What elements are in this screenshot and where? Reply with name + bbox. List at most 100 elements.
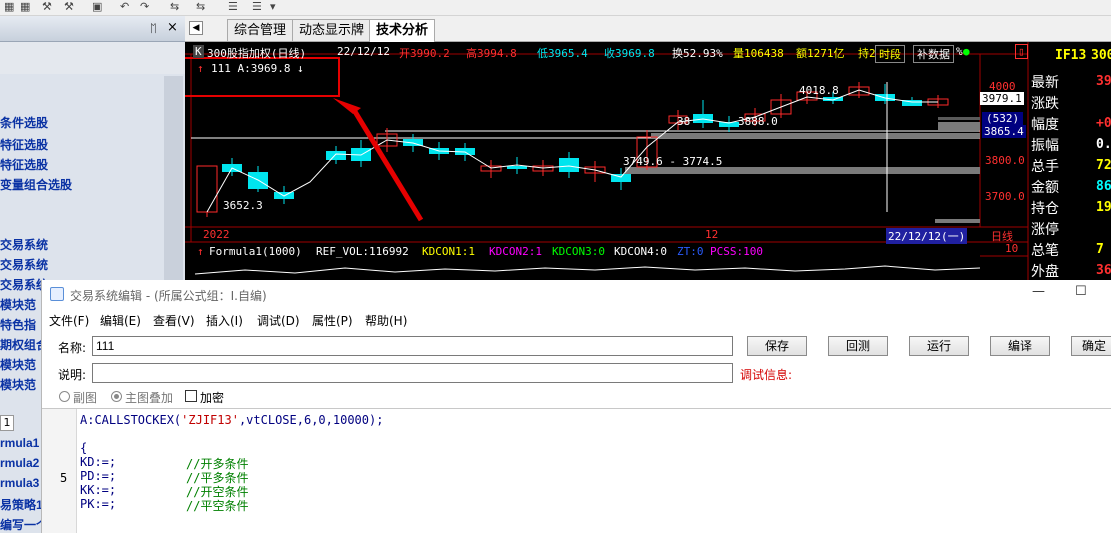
axis-year: 2022 <box>203 228 230 241</box>
quote-label: 幅度 <box>1031 117 1059 133</box>
ref-vol: REF_VOL:116992 <box>316 245 409 258</box>
code-pk-comment: //平空条件 <box>186 499 249 513</box>
close-icon[interactable]: × <box>167 20 178 35</box>
panel-toggle-icon[interactable]: ▯ <box>1015 44 1028 59</box>
quote-value: 0. <box>1096 137 1111 152</box>
view-tabs: ◀ 综合管理 动态显示牌 技术分析 <box>185 16 1111 43</box>
sidebar-item[interactable]: 模块范 <box>0 296 36 313</box>
toolbar-icon-7[interactable]: ⇆ <box>196 0 205 14</box>
quote-value: 86 <box>1096 179 1111 194</box>
formula-arrow-icon: ↑ <box>197 245 204 258</box>
annotation-mid1: 38 <box>677 115 691 128</box>
annotation-range: 3749.6 - 3774.5 <box>623 155 723 168</box>
code-line-1: A:CALLSTOCKEX('ZJIF13',vtCLOSE,6,0,10000… <box>80 413 384 427</box>
sidebar-item[interactable]: 特征选股 <box>0 136 48 153</box>
axis-3800: 3800.0 <box>985 154 1025 167</box>
high-price: 高3994.8 <box>466 47 517 60</box>
toolbar-icon-4[interactable]: ⚒ <box>64 0 74 14</box>
compile-button[interactable]: 编译 <box>990 336 1050 356</box>
kdcon1: KDCON1:1 <box>422 245 475 258</box>
sidebar-item[interactable]: 特色指 <box>0 316 36 333</box>
timeframe-button[interactable]: 时段 <box>875 45 905 63</box>
pin-icon[interactable]: ᛖ <box>150 22 157 35</box>
toolbar-icon-8[interactable]: ☰ <box>228 0 238 14</box>
menu-debug[interactable]: 调试(D) <box>257 312 300 329</box>
sidebar-item[interactable]: rmula2 <box>0 456 39 470</box>
toolbar-icon-9[interactable]: ☰ <box>252 0 262 14</box>
code-pk: PK:=; <box>80 497 117 511</box>
amount-value: 额1271亿 <box>796 47 845 60</box>
code-pd: PD:=; <box>80 469 117 483</box>
quote-value: 7 <box>1096 242 1104 257</box>
name-label: 名称: <box>58 341 87 355</box>
menu-edit[interactable]: 编辑(E) <box>100 312 141 329</box>
main-overlay-label: 主图叠加 <box>125 391 174 405</box>
kline-chart[interactable]: K 300股指加权(日线) 22/12/12 开3990.2 高3994.8 低… <box>185 42 1111 280</box>
menu-insert[interactable]: 插入(I) <box>206 312 243 329</box>
zt-value: ZT:0 <box>677 245 704 258</box>
description-input[interactable] <box>92 363 733 383</box>
subchart-scale: 10 <box>1005 242 1019 255</box>
sidebar-item[interactable]: 易策略1 <box>0 496 43 513</box>
run-button[interactable]: 运行 <box>909 336 969 356</box>
sidebar-item[interactable]: 模块范 <box>0 356 36 373</box>
axis-month: 12 <box>705 228 719 241</box>
sidebar-item[interactable]: 模块范 <box>0 376 36 393</box>
indicator-label: 111 A:3969.8 <box>211 62 291 75</box>
encrypt-label: 加密 <box>200 391 225 405</box>
sidebar-item[interactable]: rmula1 <box>0 436 39 450</box>
sidebar-header: ᛖ × <box>0 16 185 42</box>
menu-properties[interactable]: 属性(P) <box>312 312 353 329</box>
kline-badge: K <box>193 45 204 58</box>
fill-data-button[interactable]: 补数据 <box>913 45 954 63</box>
quote-label: 最新 <box>1031 75 1059 91</box>
position-value: 持2 <box>858 47 876 60</box>
prev-price-tag: 3865.4 <box>982 125 1026 138</box>
tab-overview[interactable]: 综合管理 <box>227 19 294 41</box>
backtest-button[interactable]: 回测 <box>828 336 888 356</box>
code-editor[interactable]: 5 A:CALLSTOCKEX('ZJIF13',vtCLOSE,6,0,100… <box>42 408 1111 533</box>
menu-file[interactable]: 文件(F) <box>49 312 89 329</box>
annotation-mid2: 3888.0 <box>738 115 778 128</box>
quote-value: 72 <box>1096 158 1111 173</box>
sidebar-item[interactable]: 交易系统 <box>0 256 48 273</box>
undo-icon[interactable]: ↶ <box>120 0 129 14</box>
sub-chart-radio[interactable] <box>59 391 70 402</box>
status-dot-icon: ● <box>963 45 970 58</box>
menu-view[interactable]: 查看(V) <box>153 312 195 329</box>
sidebar-item[interactable]: 变量组合选股 <box>0 176 72 193</box>
sidebar-item[interactable]: 交易系统 <box>0 236 48 253</box>
kdcon2: KDCON2:1 <box>489 245 542 258</box>
toolbar-icon-5[interactable]: ▣ <box>92 0 102 14</box>
sidebar-item[interactable]: rmula3 <box>0 476 39 490</box>
indicator-arrow-icon: ↑ <box>197 62 204 75</box>
tab-dynamic-board[interactable]: 动态显示牌 <box>292 19 372 41</box>
chevron-down-icon[interactable]: ▾ <box>270 0 276 14</box>
redo-icon[interactable]: ↷ <box>140 0 149 14</box>
main-overlay-radio[interactable] <box>111 391 122 402</box>
sidebar-item[interactable]: 特征选股 <box>0 156 48 173</box>
name-input[interactable]: 111 <box>92 336 733 356</box>
quote-label: 金额 <box>1031 180 1059 196</box>
toolbar-icon-3[interactable]: ⚒ <box>42 0 52 14</box>
annotation-low: 3652.3 <box>223 199 263 212</box>
sidebar-item[interactable]: 条件选股 <box>0 114 48 131</box>
kdcon3: KDCON3:0 <box>552 245 605 258</box>
toolbar-icon-2[interactable]: ▦ <box>20 0 30 14</box>
sidebar-scrollbar[interactable] <box>164 76 183 296</box>
encrypt-checkbox[interactable] <box>185 390 197 402</box>
quote-value: 397 <box>1096 74 1111 89</box>
menu-help[interactable]: 帮助(H) <box>365 312 407 329</box>
ok-button[interactable]: 确定 <box>1071 336 1111 356</box>
toolbar-icon-6[interactable]: ⇆ <box>170 0 179 14</box>
tab-scroll-left-icon[interactable]: ◀ <box>189 21 203 35</box>
maximize-icon[interactable]: ☐ <box>1075 284 1087 299</box>
tab-technical-analysis[interactable]: 技术分析 <box>369 19 436 43</box>
minimize-icon[interactable]: — <box>1032 284 1045 299</box>
sidebar-band <box>0 42 185 74</box>
gap-tag: (532) <box>982 112 1024 125</box>
toolbar-icon-1[interactable]: ▦ <box>4 0 14 14</box>
save-button[interactable]: 保存 <box>747 336 807 356</box>
quote-value: 191 <box>1096 200 1111 215</box>
selected-number[interactable]: 1 <box>0 415 14 431</box>
